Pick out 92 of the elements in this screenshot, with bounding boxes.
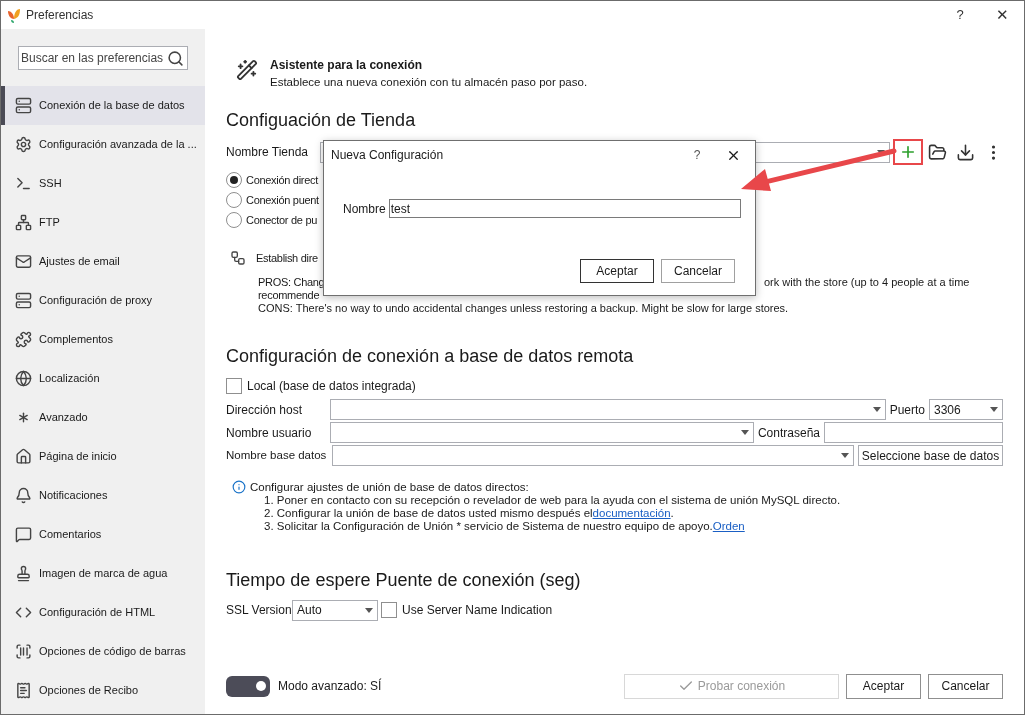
host-combo[interactable] [330, 399, 886, 420]
server-icon [15, 292, 32, 309]
field-label: Nombre Tienda [226, 144, 310, 161]
checkbox-label: Use Server Name Indication [402, 602, 553, 619]
puzzle-icon [15, 331, 32, 348]
stamp-icon [15, 565, 32, 582]
name-field[interactable]: test [388, 199, 741, 218]
terminal-icon [15, 175, 32, 192]
info-step: 3. Solicitar la Configuración de Unión * servicio de Sistema de nuestro equipo de apoyo.Orden [264, 520, 841, 533]
toggle-label: Modo avanzado: SÍ [278, 677, 382, 695]
globe-icon [15, 370, 32, 387]
close-button[interactable]: ✕ [980, 3, 1024, 27]
bell-icon [15, 487, 32, 504]
toggle-switch[interactable] [226, 675, 270, 697]
help-button[interactable]: ? [682, 146, 712, 164]
field-label: Nombre [343, 200, 386, 218]
database-combo[interactable] [332, 445, 854, 466]
link[interactable]: documentación [592, 507, 671, 519]
sidebar-item[interactable]: Opciones de código de barras [1, 632, 205, 671]
dialog-button[interactable]: Aceptar [580, 259, 654, 283]
radio-button[interactable] [226, 172, 242, 188]
radio-button[interactable] [226, 192, 242, 208]
dialog-button[interactable]: Aceptar [846, 673, 921, 699]
connection-icon [230, 250, 246, 266]
field-label: SSL Version [226, 602, 292, 619]
info-step: 2. Configurar la unión de base de datos usted mismo después eldocumentación. [264, 507, 841, 520]
house-icon [15, 448, 32, 465]
checkbox[interactable] [226, 378, 242, 394]
dialog-button[interactable]: Cancelar [661, 259, 735, 283]
section-heading: Configuración de conexión a base de datos remota [226, 345, 635, 368]
radio-label: Conexión direct [246, 172, 318, 188]
network-icon [15, 214, 32, 231]
radio-label: Conexión puent [246, 192, 319, 208]
server-icon [15, 97, 32, 114]
search-field[interactable]: Buscar en las preferencias [18, 46, 188, 70]
pros-text: recommende [258, 289, 320, 302]
cons-text: CONS: There's no way to undo accidental changes unless restoring a backup. Might be slow for large stores. [258, 302, 789, 315]
sidebar-item[interactable]: Opciones de Recibo [1, 671, 205, 710]
sidebar-item[interactable]: Configuración de HTML [1, 593, 205, 632]
radio-button[interactable] [226, 212, 242, 228]
gear-icon [15, 136, 32, 153]
pros-text: ork with the store (up to 4 people at a time [764, 276, 970, 289]
receipt-icon [15, 682, 32, 699]
comment-icon [15, 526, 32, 543]
folder-icon[interactable] [928, 142, 947, 162]
sidebar-item[interactable]: Conexión de la base de datos [1, 86, 205, 125]
search-icon [167, 49, 184, 67]
sidebar-item[interactable]: Comentarios [1, 515, 205, 554]
help-button[interactable]: ? [940, 5, 980, 25]
link[interactable]: Orden [712, 520, 745, 532]
ssl-version-combo[interactable]: Auto [292, 599, 378, 621]
envelope-icon [15, 253, 32, 270]
sidebar-item[interactable]: Configuración de proxy [1, 281, 205, 320]
sidebar-item[interactable]: FTP [1, 203, 205, 242]
password-field[interactable] [824, 422, 1003, 443]
sidebar-item[interactable]: Configuración avanzada de la ... [1, 125, 205, 164]
sidebar-item[interactable]: SSH [1, 164, 205, 203]
app-logo-icon [7, 7, 21, 23]
window-title: Preferencias [26, 7, 94, 24]
sidebar-item[interactable]: Ajustes de email [1, 242, 205, 281]
plus-icon [899, 143, 917, 161]
field-label: Nombre usuario [226, 424, 313, 442]
description-title: Establish dire [256, 250, 318, 266]
section-heading: Configuación de Tienda [226, 109, 417, 132]
info-icon [232, 480, 246, 494]
checkbox[interactable] [381, 602, 397, 618]
field-label: Contraseña [757, 424, 820, 442]
select-database-button[interactable]: Seleccione base de datos [858, 445, 1003, 466]
sidebar-item[interactable]: Imagen de marca de agua [1, 554, 205, 593]
field-label: Nombre base datos [226, 447, 328, 463]
barcode-icon [15, 643, 32, 660]
sidebar-item[interactable]: Notificaciones [1, 476, 205, 515]
checkbox-label: Local (base de datos integrada) [247, 378, 416, 395]
field-label: Puerto [889, 401, 925, 419]
section-heading: Tiempo de espere Puente de conexión (seg) [226, 569, 582, 592]
sidebar-item[interactable]: Página de inicio [1, 437, 205, 476]
wizard-subtitle: Establece una nueva conexión con tu almacén paso por paso. [270, 75, 588, 90]
sidebar-item[interactable]: Avanzado [1, 398, 205, 437]
magic-wand-icon [236, 59, 258, 81]
field-label: Dirección host [226, 401, 304, 419]
radio-label: Conector de pu [246, 212, 318, 228]
username-combo[interactable] [330, 422, 754, 443]
sidebar-item[interactable]: Localización [1, 359, 205, 398]
info-step: 1. Poner en contacto con su recepción o revelador de web para la ayuda con el sistema de unión MySQL directo. [264, 494, 841, 507]
add-button[interactable] [893, 139, 923, 165]
info-text: Configurar ajustes de unión de base de datos directos: [250, 481, 530, 494]
port-combo[interactable]: 3306 [929, 399, 1003, 420]
dialog-button[interactable]: Cancelar [928, 673, 1003, 699]
sidebar-item[interactable]: Complementos [1, 320, 205, 359]
wizard-title[interactable]: Asistente para la conexión [270, 56, 588, 74]
dialog-title: Nueva Configuración [331, 147, 444, 164]
download-icon[interactable] [956, 142, 975, 162]
